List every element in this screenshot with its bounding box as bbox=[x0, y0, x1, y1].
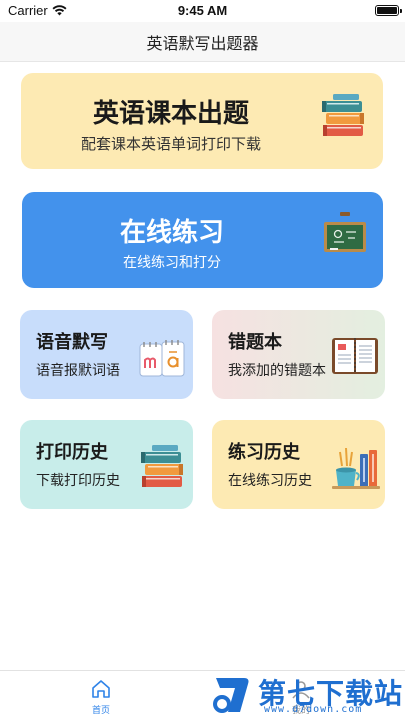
textbook-card-subtitle: 配套课本英语单词打印下载 bbox=[80, 135, 261, 153]
print-history-card-subtitle: 下载打印历史 bbox=[36, 473, 120, 489]
practice-history-card[interactable]: 练习历史 在线练习历史 bbox=[212, 420, 385, 509]
clock: 9:45 AM bbox=[177, 3, 228, 18]
print-history-card-title: 打印历史 bbox=[36, 442, 108, 463]
practice-history-card-title: 练习历史 bbox=[228, 442, 300, 463]
books-icon bbox=[322, 94, 364, 136]
battery-icon bbox=[375, 5, 402, 16]
textbook-card[interactable]: 英语课本出题 配套课本英语单词打印下载 bbox=[21, 73, 383, 169]
mistakes-card-subtitle: 我添加的错题本 bbox=[228, 363, 326, 379]
voice-dictation-card-title: 语音默写 bbox=[36, 332, 108, 353]
tab-home[interactable]: 首页 bbox=[71, 679, 131, 716]
notebook-icon bbox=[332, 338, 378, 374]
online-practice-card-subtitle: 在线练习和打分 bbox=[123, 255, 221, 271]
voice-dictation-card[interactable]: 语音默写 语音报默词语 bbox=[20, 310, 193, 399]
voice-dictation-card-subtitle: 语音报默词语 bbox=[36, 363, 120, 379]
home-icon bbox=[92, 680, 110, 698]
status-bar: Carrier 9:45 AM bbox=[0, 0, 405, 22]
watermark-url: www.d7down.com bbox=[264, 704, 363, 715]
letter-cards-icon bbox=[139, 340, 185, 377]
print-history-card[interactable]: 打印历史 下载打印历史 bbox=[20, 420, 193, 509]
watermark: 第七下载站 www.d7down.com bbox=[208, 670, 405, 720]
tab-home-label: 首页 bbox=[91, 706, 110, 716]
study-supplies-icon bbox=[332, 447, 380, 489]
online-practice-card-title: 在线练习 bbox=[119, 218, 224, 248]
watermark-logo bbox=[213, 678, 249, 713]
online-practice-card[interactable]: 在线练习 在线练习和打分 bbox=[22, 192, 383, 288]
chalkboard-icon bbox=[324, 212, 366, 252]
books-icon bbox=[141, 445, 183, 487]
practice-history-card-subtitle: 在线练习历史 bbox=[228, 473, 312, 489]
nav-bar: 英语默写出题器 bbox=[0, 22, 405, 62]
mistakes-card[interactable]: 错题本 我添加的错题本 bbox=[212, 310, 385, 399]
textbook-card-title: 英语课本出题 bbox=[92, 99, 249, 129]
mistakes-card-title: 错题本 bbox=[228, 332, 282, 353]
page-title: 英语默写出题器 bbox=[146, 33, 259, 53]
